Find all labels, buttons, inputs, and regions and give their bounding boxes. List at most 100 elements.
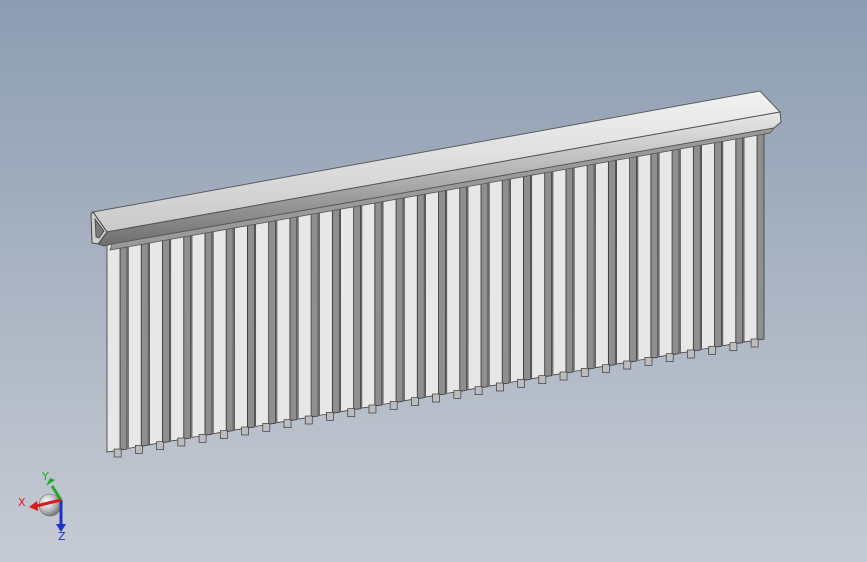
slat-side-face [204,225,213,436]
blind-slat[interactable] [637,146,659,366]
slat-front-face [361,196,376,409]
slat-side-face [692,138,701,352]
blind-slat[interactable] [318,202,340,421]
viewport-canvas[interactable]: X Y Z [0,0,867,562]
slat-side-face [353,199,361,411]
slat-side-face [501,172,510,385]
slat-side-face [416,187,425,400]
blind-slat[interactable] [616,150,637,370]
slat-side-face [586,157,595,370]
blind-slat[interactable] [276,210,298,429]
slat-side-face [268,214,277,425]
blind-slat[interactable] [425,184,446,403]
slat-front-face [170,230,185,442]
slat-side-face [650,146,659,359]
slat-side-face [289,210,298,422]
slat-side-face [523,168,531,381]
slat-front-face [191,226,206,438]
slat-side-face [162,233,170,444]
slat-bottom-weight [453,389,462,399]
slat-front-face [573,158,588,372]
blind-slat[interactable] [149,233,170,451]
slat-front-face [616,151,630,365]
slat-bottom-weight [750,338,759,348]
blind-slat[interactable] [340,199,361,418]
slat-bottom-weight [198,433,207,443]
slat-front-face [425,185,439,398]
blind-slat[interactable] [403,187,425,407]
slat-bottom-weight [602,364,610,374]
slat-side-face [756,127,765,341]
slat-bottom-weight [559,371,568,381]
blind-slat[interactable] [743,127,765,348]
slat-side-face [331,202,340,414]
blind-slat[interactable] [658,142,680,363]
slat-bottom-weight [347,408,356,418]
slat-bottom-weight [135,444,143,454]
slat-front-face [637,147,652,361]
slat-side-face [714,135,722,348]
slat-bottom-weight [262,422,271,432]
slat-bottom-weight [156,441,164,451]
blind-slat[interactable] [488,172,510,392]
slat-side-face [480,176,489,389]
slat-front-face [340,200,354,413]
slat-bottom-weight [580,367,589,377]
slat-front-face [679,139,694,354]
slat-front-face [488,173,503,387]
slat-bottom-weight [517,378,525,388]
slat-bottom-weight [644,356,653,366]
blind-slat[interactable] [594,153,616,374]
blind-slat[interactable] [127,236,149,454]
z-axis-label: Z [58,530,66,543]
slat-bottom-weight [623,360,632,370]
blind-slat[interactable] [212,221,234,440]
slat-bottom-weight [474,386,483,396]
slat-front-face [510,169,524,383]
blind-slat[interactable] [233,217,255,436]
blind-slat[interactable] [467,176,489,396]
slat-front-face [297,207,312,420]
blind-slat[interactable] [255,214,277,432]
blind-slat[interactable] [573,157,595,377]
slat-side-face [374,195,383,407]
slat-side-face [438,184,446,396]
graphics-viewport[interactable]: X Y Z [0,0,867,562]
slat-bottom-weight [219,430,228,440]
slat-bottom-weight [411,397,419,407]
slat-front-face [722,132,737,347]
slat-front-face [594,154,609,369]
y-axis-label: Y [41,470,49,483]
slat-side-face [565,161,574,374]
slat-front-face [658,143,673,358]
blind-slat[interactable] [361,195,383,414]
slat-bottom-weight [496,382,504,392]
slat-bottom-weight [708,345,717,355]
slat-bottom-weight [326,411,334,421]
blind-slat[interactable] [531,165,553,385]
blind-slat[interactable] [106,240,128,458]
blind-slat[interactable] [510,168,531,388]
blind-slat[interactable] [170,229,192,447]
slat-side-face [607,153,616,367]
blind-slat[interactable] [679,138,701,359]
slat-side-face [119,240,128,451]
slat-side-face [735,131,744,345]
slat-side-face [246,217,255,429]
slat-bottom-weight [665,353,674,363]
blind-slat[interactable] [382,191,404,410]
slat-side-face [671,142,680,356]
slat-side-face [395,191,404,403]
slat-bottom-weight [113,448,122,458]
slat-front-face [701,136,715,350]
blind-slat[interactable] [552,161,574,381]
blind-slat[interactable] [701,135,722,355]
blind-slat[interactable] [722,131,744,352]
slat-bottom-weight [241,426,249,436]
slat-side-face [459,180,468,392]
blind-slat[interactable] [446,180,468,399]
slat-bottom-weight [538,375,547,385]
blind-slat[interactable] [297,206,319,425]
slat-front-face [552,162,567,376]
blind-slat[interactable] [191,225,213,443]
